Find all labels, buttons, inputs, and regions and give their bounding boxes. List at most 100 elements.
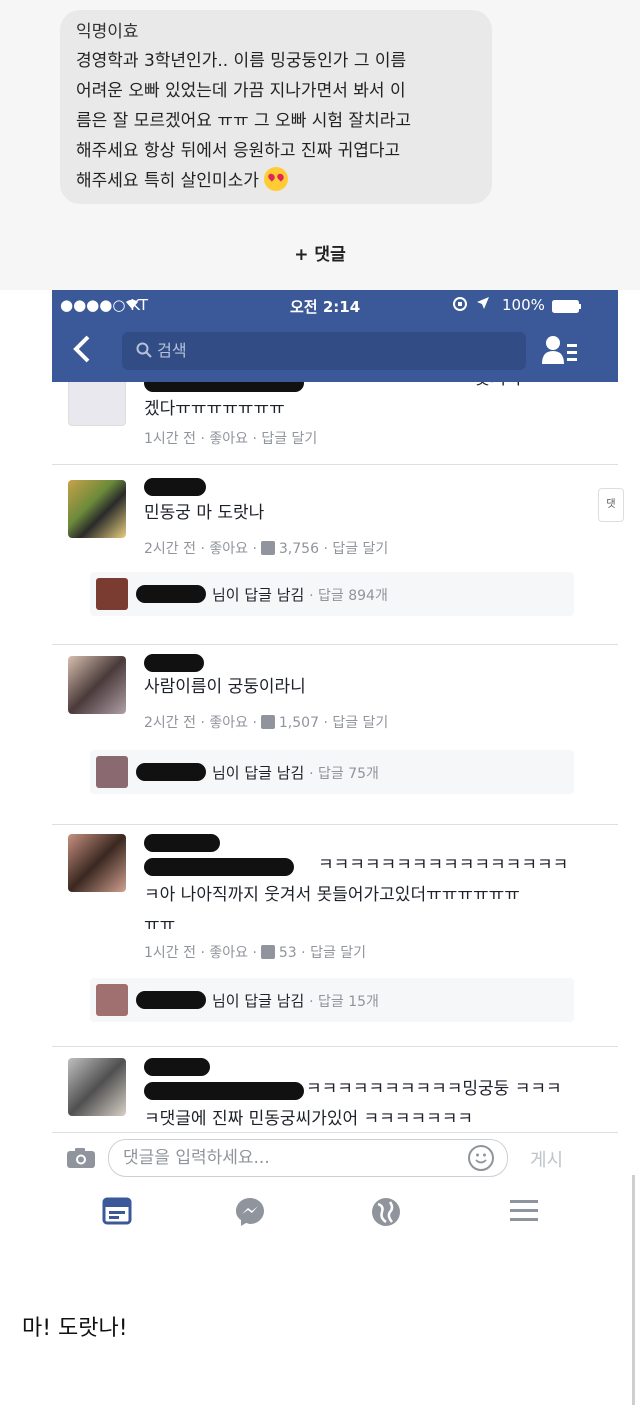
comment-time-like[interactable]: 2시간 전 · 좋아요 · bbox=[144, 715, 257, 731]
comment-text: 경영학과 3학년인가.. 이름 밍궁둥인가 그 이름 어려운 오빠 있었는데 가… bbox=[76, 46, 476, 196]
comment-line: ㅋㅋㅋㅋㅋㅋㅋㅋㅋㅋㅋㅋㅋㅋㅋㅋ bbox=[318, 855, 569, 875]
facebook-app: ●●●●○ KT 오전 2:14 100% 검색 겠다ㅠㅠㅠㅠㅠㅠㅠ 1시간 전… bbox=[52, 290, 618, 1300]
reply-count: · 답글 75개 bbox=[309, 766, 379, 782]
comment-body: 민동궁 마 도랏나 bbox=[144, 498, 264, 528]
like-count[interactable]: 53 bbox=[279, 945, 297, 961]
comment-line: 겠다ㅠㅠㅠㅠㅠㅠㅠ bbox=[144, 399, 285, 419]
reply-avatar bbox=[96, 984, 128, 1016]
comment-item: 사람이름이 궁둥이라니 2시간 전 · 좋아요 · 1,507 · 답글 달기 님… bbox=[52, 654, 618, 814]
comment-time-like[interactable]: 2시간 전 · 좋아요 · bbox=[144, 541, 257, 557]
comment-time-like[interactable]: 1시간 전 · 좋아요 · bbox=[144, 945, 257, 961]
scrollbar[interactable] bbox=[632, 1175, 635, 1405]
reply-summary[interactable]: 님이 답글 남김 · 답글 15개 bbox=[90, 978, 574, 1022]
post-button[interactable]: 게시 bbox=[530, 1146, 563, 1172]
comment-item: ㅋㅋㅋㅋㅋㅋㅋㅋㅋㅋㅋㅋㅋㅋㅋㅋ ㅋ아 나아직까지 웃겨서 못들어가고있더ㅠㅠㅠ… bbox=[52, 834, 618, 1034]
clock-label: 오전 2:14 bbox=[290, 298, 361, 316]
comment-line: 경영학과 3학년인가.. 이름 밍궁둥인가 그 이름 bbox=[76, 51, 407, 71]
back-button[interactable] bbox=[70, 334, 100, 368]
menu-icon[interactable] bbox=[508, 1196, 540, 1228]
comment-line: 어려운 오빠 있었는데 가끔 지나가면서 봐서 이 bbox=[76, 81, 406, 101]
comment-line: ㅠㅠ bbox=[144, 915, 176, 935]
phone-screenshot: ●●●●○ KT 오전 2:14 100% 검색 겠다ㅠㅠㅠㅠㅠㅠㅠ 1시간 전… bbox=[22, 290, 618, 1300]
comment-line-last: 해주세요 특히 살인미소가 bbox=[76, 166, 476, 196]
reply-count: · 답글 15개 bbox=[309, 994, 379, 1010]
news-feed-icon[interactable] bbox=[102, 1196, 134, 1228]
search-icon bbox=[136, 342, 152, 358]
avatar[interactable] bbox=[68, 382, 126, 426]
comment-line: 해주세요 특히 살인미소가 bbox=[76, 171, 259, 191]
avatar[interactable] bbox=[68, 480, 126, 538]
comment-line: 해주세요 항상 뒤에서 응원하고 진짜 귀엽다고 bbox=[76, 141, 401, 161]
top-panel: 익명이효 경영학과 3학년인가.. 이름 밍궁둥인가 그 이름 어려운 오빠 있… bbox=[0, 0, 640, 290]
comment-body: 사람이름이 궁둥이라니 bbox=[144, 672, 306, 702]
comment-meta[interactable]: 1시간 전 · 좋아요 · 답글 달기 bbox=[144, 428, 317, 448]
comment-feed: ㅋㅋㅋㅋㅋㅋㅋㅋㅋ웃겨죽 겠다ㅠㅠㅠㅠㅠㅠㅠ 1시간 전 · 좋아요 · 답글 … bbox=[52, 382, 618, 1132]
status-bar: ●●●●○ KT 오전 2:14 100% bbox=[52, 290, 618, 320]
globe-icon[interactable] bbox=[370, 1196, 402, 1228]
reply-summary[interactable]: 님이 답글 남김 · 답글 894개 bbox=[90, 572, 574, 616]
reply-avatar bbox=[96, 756, 128, 788]
avatar[interactable] bbox=[68, 1058, 126, 1116]
nav-bar: 검색 bbox=[52, 320, 618, 382]
search-placeholder: 검색 bbox=[157, 341, 187, 360]
comment-bubble: 익명이효 경영학과 3학년인가.. 이름 밍궁둥인가 그 이름 어려운 오빠 있… bbox=[60, 10, 492, 204]
camera-icon[interactable] bbox=[66, 1147, 96, 1169]
friend-requests-button[interactable] bbox=[542, 334, 582, 368]
location-arrow-icon bbox=[476, 296, 490, 314]
person-list-icon bbox=[542, 336, 577, 364]
reply-label: 님이 답글 남김 bbox=[212, 586, 305, 604]
side-tab[interactable]: 댓 bbox=[598, 488, 624, 522]
comment-line: ㅋ댓글에 진짜 민동궁씨가있어 ㅋㅋㅋㅋㅋㅋㅋ bbox=[144, 1109, 474, 1129]
divider bbox=[52, 1046, 618, 1047]
reply-summary[interactable]: 님이 답글 남김 · 답글 75개 bbox=[90, 750, 574, 794]
redacted-name bbox=[136, 991, 206, 1009]
comment-meta: 1시간 전 · 좋아요 · 53 · 답글 달기 bbox=[144, 942, 366, 962]
messenger-icon[interactable] bbox=[234, 1196, 266, 1228]
reply-count: · 답글 894개 bbox=[309, 588, 388, 604]
reply-label: 님이 답글 남김 bbox=[212, 992, 305, 1010]
reply-label: 님이 답글 남김 bbox=[212, 764, 305, 782]
comment-line: ㅋ아 나아직까지 웃겨서 못들어가고있더ㅠㅠㅠㅠㅠㅠ bbox=[144, 885, 520, 905]
wifi-icon bbox=[124, 296, 140, 314]
battery-label: 100% bbox=[502, 296, 545, 314]
like-count[interactable]: 1,507 bbox=[279, 715, 319, 731]
reply-link[interactable]: · 답글 달기 bbox=[323, 715, 388, 731]
comment-body: ㅋㅋㅋㅋㅋㅋㅋㅋㅋㅋ밍궁둥 ㅋㅋㅋ ㅋ댓글에 진짜 민동궁씨가있어 ㅋㅋㅋㅋㅋㅋ… bbox=[144, 1074, 562, 1132]
add-comment-button[interactable]: + 댓글 bbox=[0, 240, 640, 265]
avatar[interactable] bbox=[68, 656, 126, 714]
search-input[interactable]: 검색 bbox=[122, 332, 526, 370]
reply-link[interactable]: · 답글 달기 bbox=[301, 945, 366, 961]
reply-text: 님이 답글 남김 · 답글 75개 bbox=[212, 762, 379, 783]
divider bbox=[52, 644, 618, 645]
emoji-picker-icon[interactable] bbox=[468, 1145, 494, 1171]
comment-item: 민동궁 마 도랏나 2시간 전 · 좋아요 · 3,756 · 답글 달기 님이 … bbox=[52, 478, 618, 638]
comment-item: ㅋㅋㅋㅋㅋㅋㅋㅋㅋ웃겨죽 겠다ㅠㅠㅠㅠㅠㅠㅠ 1시간 전 · 좋아요 · 답글 … bbox=[52, 382, 618, 450]
lock-rotation-icon bbox=[452, 296, 468, 316]
redacted-name bbox=[136, 585, 206, 603]
post-caption: 마! 도랏나! bbox=[22, 1316, 128, 1341]
avatar[interactable] bbox=[68, 834, 126, 892]
divider bbox=[52, 464, 618, 465]
reply-text: 님이 답글 남김 · 답글 15개 bbox=[212, 990, 379, 1011]
battery-icon bbox=[552, 299, 582, 317]
comment-meta: 2시간 전 · 좋아요 · 3,756 · 답글 달기 bbox=[144, 538, 388, 558]
like-count[interactable]: 3,756 bbox=[279, 541, 319, 557]
comment-meta: 2시간 전 · 좋아요 · 1,507 · 답글 달기 bbox=[144, 712, 388, 732]
divider bbox=[52, 824, 618, 825]
thumbs-up-icon bbox=[260, 715, 275, 729]
comment-author[interactable]: 익명이효 bbox=[76, 20, 476, 44]
comment-input[interactable]: 댓글을 입력하세요... bbox=[108, 1139, 508, 1177]
comment-line: 민동궁 마 도랏나 bbox=[144, 503, 265, 523]
thumbs-up-icon bbox=[260, 541, 275, 555]
comment-item: ㅋㅋㅋㅋㅋㅋㅋㅋㅋㅋ밍궁둥 ㅋㅋㅋ ㅋ댓글에 진짜 민동궁씨가있어 ㅋㅋㅋㅋㅋㅋ… bbox=[52, 1058, 618, 1132]
chevron-left-icon bbox=[73, 335, 90, 363]
compose-bar: 댓글을 입력하세요... 게시 bbox=[52, 1132, 618, 1182]
heart-eyes-emoji-icon bbox=[264, 167, 289, 191]
reply-link[interactable]: · 답글 달기 bbox=[323, 541, 388, 557]
reply-text: 님이 답글 남김 · 답글 894개 bbox=[212, 584, 388, 605]
comment-line: ㅋㅋㅋㅋㅋㅋㅋㅋㅋ웃겨죽 bbox=[144, 382, 522, 394]
redacted-name bbox=[136, 763, 206, 781]
tab-bar bbox=[52, 1182, 618, 1242]
redacted-name bbox=[144, 478, 206, 496]
comment-body: ㅋㅋㅋㅋㅋㅋㅋㅋㅋㅋㅋㅋㅋㅋㅋㅋ ㅋ아 나아직까지 웃겨서 못들어가고있더ㅠㅠㅠ… bbox=[144, 850, 568, 940]
